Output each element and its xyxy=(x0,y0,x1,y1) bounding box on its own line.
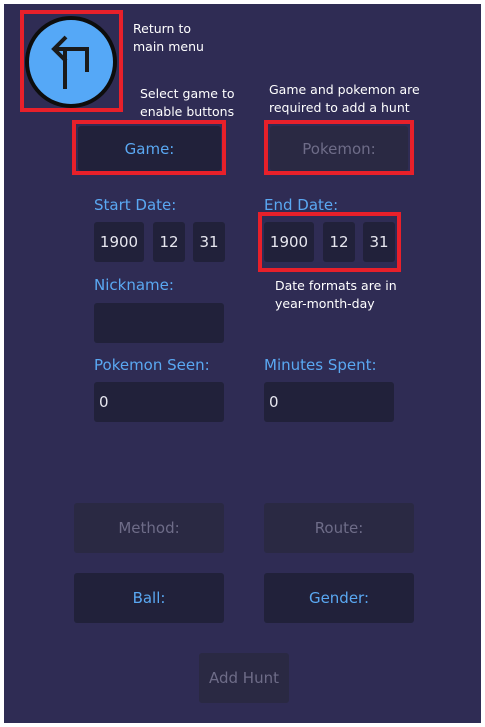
start-month-field[interactable]: 12 xyxy=(153,222,185,262)
gender-button[interactable]: Gender: xyxy=(264,573,414,623)
route-button[interactable]: Route: xyxy=(264,503,414,553)
pokemon-seen-label: Pokemon Seen: xyxy=(94,356,210,374)
start-year-field[interactable]: 1900 xyxy=(94,222,144,262)
end-date-highlight xyxy=(258,212,401,272)
minutes-spent-field[interactable]: 0 xyxy=(264,382,394,422)
minutes-spent-label: Minutes Spent: xyxy=(264,356,377,374)
game-highlight xyxy=(72,120,226,175)
nickname-label: Nickname: xyxy=(94,276,174,294)
pokemon-highlight xyxy=(264,120,414,175)
add-hunt-button[interactable]: Add Hunt xyxy=(199,653,289,703)
method-button[interactable]: Method: xyxy=(74,503,224,553)
annotation-select-game: Select game to enable buttons xyxy=(140,86,235,119)
annotation-required: Game and pokemon are required to add a hu… xyxy=(269,82,420,115)
pokemon-seen-field[interactable]: 0 xyxy=(94,382,224,422)
nickname-field[interactable] xyxy=(94,303,224,343)
annotation-date-format: Date formats are in year-month-day xyxy=(275,278,397,311)
annotation-back: Return to main menu xyxy=(133,21,204,54)
back-highlight xyxy=(20,10,123,112)
start-date-label: Start Date: xyxy=(94,196,177,214)
start-day-field[interactable]: 31 xyxy=(193,222,225,262)
ball-button[interactable]: Ball: xyxy=(74,573,224,623)
